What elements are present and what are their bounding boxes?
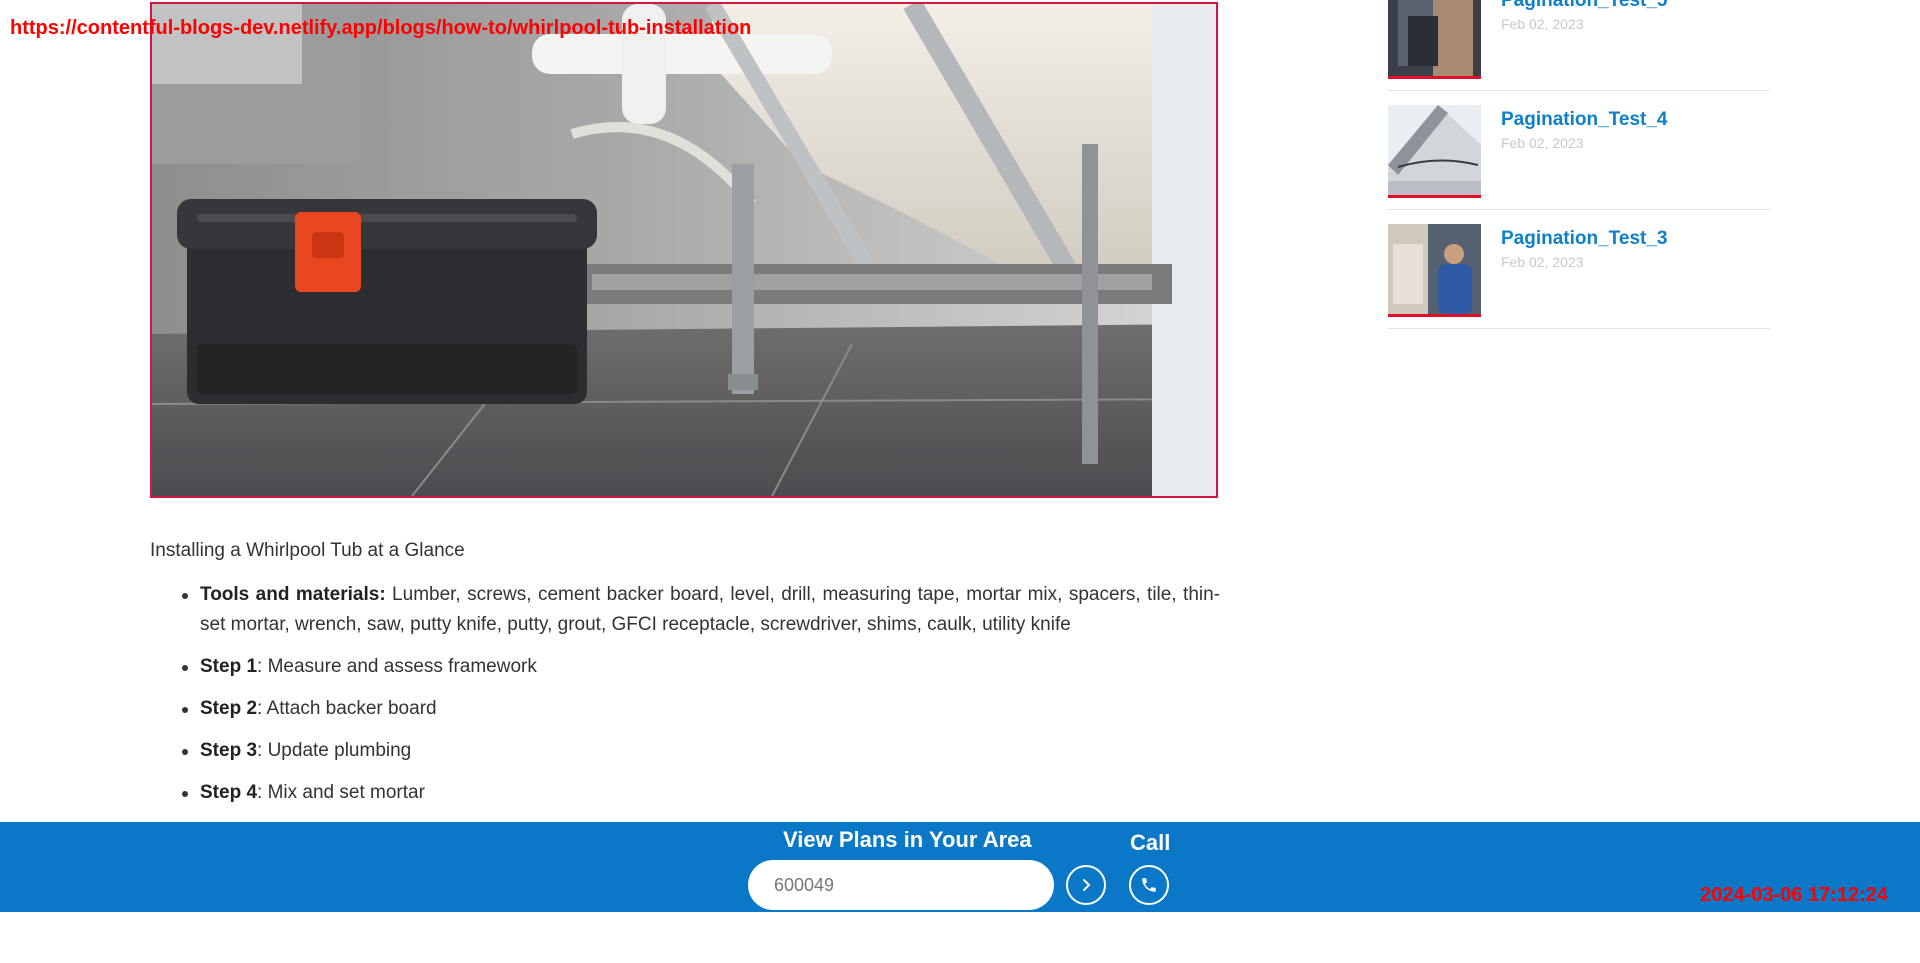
call-button[interactable] xyxy=(1129,865,1169,905)
list-item: Step 4: Mix and set mortar xyxy=(150,778,1220,808)
bullet-icon xyxy=(182,593,188,599)
call-label: Call xyxy=(1130,830,1171,855)
post-title-link[interactable]: Pagination_Test_5 xyxy=(1501,0,1667,12)
post-thumbnail[interactable] xyxy=(1388,0,1481,79)
step-label: Step 2 xyxy=(200,698,258,719)
article-body: Installing a Whirlpool Tub at a Glance T… xyxy=(150,540,1220,820)
url-overlay: https://contentful-blogs-dev.netlify.app… xyxy=(10,17,752,39)
chevron-right-icon xyxy=(1083,879,1091,891)
bullet-icon xyxy=(182,791,188,797)
post-date: Feb 02, 2023 xyxy=(1501,135,1584,151)
list-item: Tools and materials: Lumber, screws, cem… xyxy=(150,580,1220,640)
search-plans-button[interactable] xyxy=(1066,865,1106,905)
step-label: Step 4 xyxy=(200,782,258,803)
step-label: Tools and materials: xyxy=(200,584,386,605)
step-text: : Attach backer board xyxy=(257,698,437,719)
related-post[interactable]: Pagination_Test_4 Feb 02, 2023 xyxy=(1388,91,1770,210)
bullet-icon xyxy=(182,707,188,713)
related-post[interactable]: Pagination_Test_3 Feb 02, 2023 xyxy=(1388,210,1770,329)
post-thumbnail[interactable] xyxy=(1388,105,1481,198)
post-thumbnail[interactable] xyxy=(1388,224,1481,317)
list-item: Step 3: Update plumbing xyxy=(150,736,1220,766)
step-text: : Measure and assess framework xyxy=(257,656,537,677)
zip-code-input[interactable] xyxy=(748,860,1054,910)
glance-heading: Installing a Whirlpool Tub at a Glance xyxy=(150,540,465,561)
step-label: Step 1 xyxy=(200,656,258,677)
post-title-link[interactable]: Pagination_Test_3 xyxy=(1501,228,1667,250)
related-posts-sidebar: Pagination_Test_5 Feb 02, 2023 Paginatio… xyxy=(1388,0,1770,329)
plans-title: View Plans in Your Area xyxy=(783,827,1032,852)
phone-icon xyxy=(1142,878,1156,892)
step-label: Step 3 xyxy=(200,740,258,761)
steps-list: Tools and materials: Lumber, screws, cem… xyxy=(150,580,1220,808)
post-date: Feb 02, 2023 xyxy=(1501,254,1584,270)
bullet-icon xyxy=(182,749,188,755)
related-post[interactable]: Pagination_Test_5 Feb 02, 2023 xyxy=(1388,0,1770,91)
timestamp-overlay: 2024-03-06 17:12:24 xyxy=(1700,884,1888,906)
hero-image xyxy=(150,2,1218,498)
step-text: : Mix and set mortar xyxy=(257,782,425,803)
post-title-link[interactable]: Pagination_Test_4 xyxy=(1501,109,1667,131)
bullet-icon xyxy=(182,665,188,671)
list-item: Step 1: Measure and assess framework xyxy=(150,652,1220,682)
step-text: : Update plumbing xyxy=(257,740,412,761)
list-item: Step 2: Attach backer board xyxy=(150,694,1220,724)
post-date: Feb 02, 2023 xyxy=(1501,16,1584,32)
